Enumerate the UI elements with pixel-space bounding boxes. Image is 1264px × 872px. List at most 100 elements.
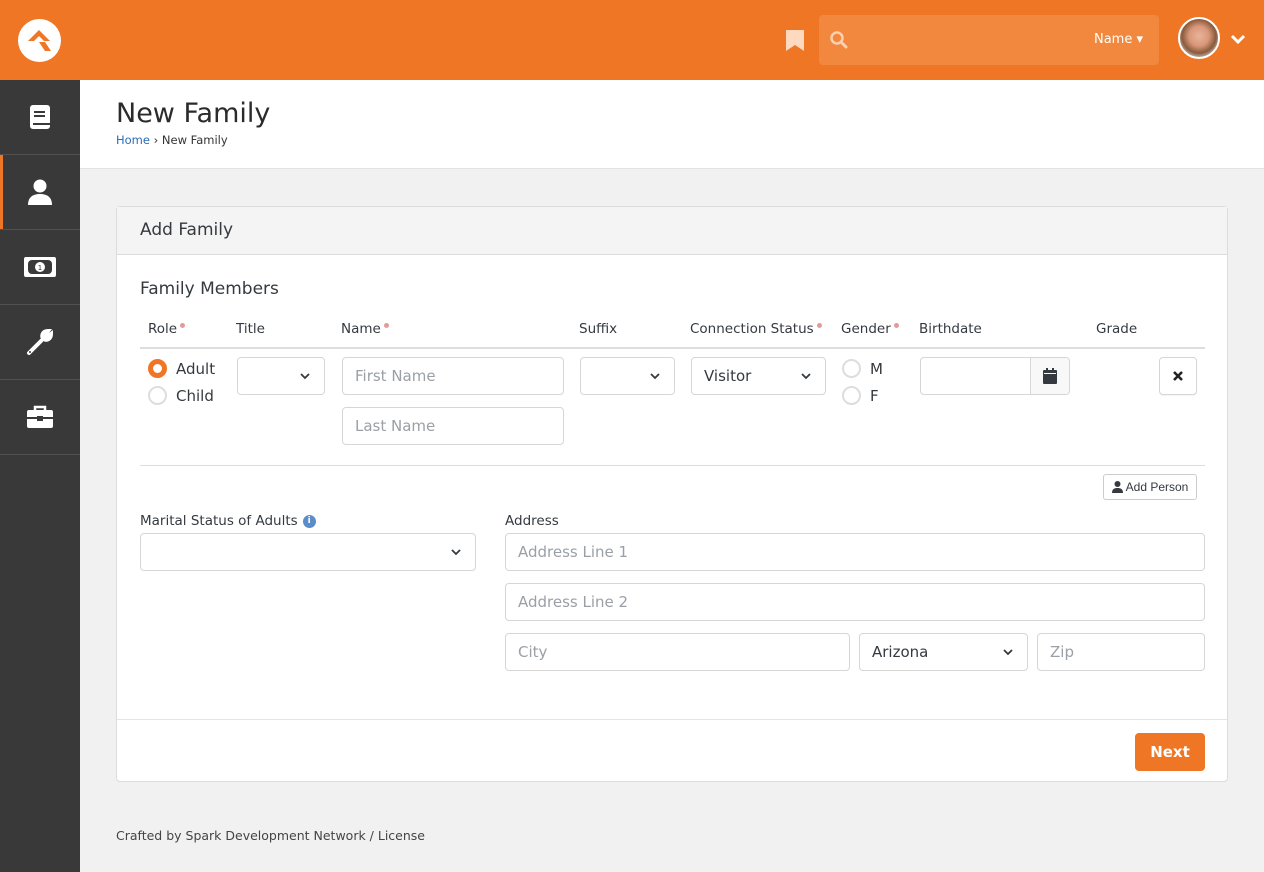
first-name-field[interactable]	[343, 358, 563, 394]
role-option-label: Child	[176, 386, 214, 405]
member-divider	[140, 465, 1205, 466]
suffix-select[interactable]	[580, 357, 675, 395]
close-icon	[1173, 371, 1183, 381]
person-icon	[1111, 481, 1123, 493]
chevron-down-icon	[801, 373, 811, 380]
state-value: Arizona	[872, 643, 929, 661]
sidebar-item-admin[interactable]	[0, 380, 80, 455]
radio-selected-icon	[148, 359, 167, 378]
connection-status-value: Visitor	[704, 367, 752, 385]
person-icon	[28, 179, 52, 205]
marital-status-select[interactable]	[140, 533, 476, 571]
role-option-label: Adult	[176, 359, 216, 378]
role-radio-adult[interactable]: Adult	[148, 359, 215, 378]
top-bar: Name ▾	[0, 0, 1264, 80]
grade-column-label: Grade	[1096, 321, 1138, 337]
zip-field[interactable]	[1038, 634, 1204, 670]
rock-logo-icon[interactable]	[18, 19, 61, 62]
book-icon	[30, 105, 50, 129]
address-line2-field[interactable]	[506, 584, 1204, 620]
chevron-down-icon	[300, 373, 310, 380]
birthdate-field[interactable]	[921, 358, 1031, 394]
sidebar: 1	[0, 80, 80, 872]
search-box: Name ▾	[819, 15, 1159, 65]
table-header-divider	[140, 347, 1205, 349]
state-select[interactable]: Arizona	[859, 633, 1028, 671]
sidebar-item-finance[interactable]: 1	[0, 230, 80, 305]
add-person-label: Add Person	[1125, 480, 1189, 494]
panel-title: Add Family	[117, 207, 1227, 255]
chevron-down-icon	[1003, 649, 1013, 656]
radio-unselected-icon	[148, 386, 167, 405]
required-indicator	[816, 323, 822, 328]
gender-radio-m[interactable]: M	[842, 359, 883, 378]
role-label: Role	[148, 321, 178, 337]
breadcrumb-home-link[interactable]: Home	[116, 133, 150, 147]
search-filter-dropdown[interactable]: Name ▾	[1094, 32, 1143, 47]
money-icon: 1	[24, 257, 56, 277]
address-line1-field[interactable]	[506, 534, 1204, 570]
bookmark-icon[interactable]	[786, 30, 804, 51]
page-header: New Family Home › New Family	[80, 80, 1264, 169]
page-title: New Family	[116, 98, 271, 129]
gender-column-label: Gender	[841, 321, 899, 337]
search-input[interactable]	[859, 25, 1079, 55]
name-column-label: Name	[341, 321, 389, 337]
calendar-icon	[1043, 368, 1057, 384]
breadcrumb-current: New Family	[161, 133, 228, 147]
chevron-down-icon[interactable]	[1230, 33, 1246, 49]
suffix-column-label: Suffix	[579, 321, 618, 337]
marital-status-label: Marital Status of Adults i	[140, 513, 316, 529]
sidebar-item-tools[interactable]	[0, 305, 80, 380]
panel-footer-divider	[117, 719, 1227, 720]
birthdate-column-label: Birthdate	[919, 321, 982, 337]
chevron-down-icon	[650, 373, 660, 380]
first-name-input[interactable]	[342, 357, 564, 395]
address-label: Address	[505, 513, 559, 529]
connection-status-column-label: Connection Status	[690, 321, 822, 337]
role-column-label: Role	[148, 321, 186, 337]
marital-status-text: Marital Status of Adults	[140, 513, 298, 529]
family-members-heading: Family Members	[140, 279, 279, 299]
calendar-button[interactable]	[1030, 358, 1069, 394]
required-indicator	[180, 323, 186, 328]
chevron-down-icon	[451, 549, 461, 556]
sidebar-item-people[interactable]	[0, 155, 80, 230]
breadcrumb: Home › New Family	[116, 133, 228, 147]
zip-input[interactable]	[1037, 633, 1205, 671]
next-button[interactable]: Next	[1135, 733, 1205, 771]
address-line1-input[interactable]	[505, 533, 1205, 571]
title-select[interactable]	[237, 357, 325, 395]
briefcase-icon	[27, 405, 53, 428]
caret-down-icon: ▾	[1136, 32, 1143, 47]
required-indicator	[383, 323, 389, 328]
title-column-label: Title	[236, 321, 265, 337]
connection-status-select[interactable]: Visitor	[691, 357, 826, 395]
gender-option-label: M	[870, 359, 883, 378]
gender-radio-f[interactable]: F	[842, 386, 879, 405]
city-input[interactable]	[505, 633, 850, 671]
wrench-icon	[27, 328, 54, 355]
search-filter-label: Name	[1093, 32, 1133, 47]
info-icon[interactable]: i	[302, 514, 316, 528]
svg-text:1: 1	[38, 264, 42, 272]
last-name-field[interactable]	[343, 408, 563, 444]
search-icon	[829, 30, 849, 50]
connection-status-label: Connection Status	[690, 321, 814, 337]
city-field[interactable]	[506, 634, 849, 670]
add-person-button[interactable]: Add Person	[1103, 474, 1197, 500]
name-label: Name	[341, 321, 381, 337]
gender-label: Gender	[841, 321, 891, 337]
sidebar-item-book[interactable]	[0, 80, 80, 155]
required-indicator	[893, 323, 899, 328]
birthdate-input[interactable]	[920, 357, 1070, 395]
radio-unselected-icon	[842, 386, 861, 405]
address-line2-input[interactable]	[505, 583, 1205, 621]
remove-person-button[interactable]	[1159, 357, 1197, 395]
breadcrumb-separator-icon: ›	[153, 133, 159, 147]
add-family-panel: Add Family Family Members Role Title Nam…	[116, 206, 1228, 782]
gender-option-label: F	[870, 386, 879, 405]
role-radio-child[interactable]: Child	[148, 386, 214, 405]
last-name-input[interactable]	[342, 407, 564, 445]
avatar[interactable]	[1178, 17, 1220, 59]
